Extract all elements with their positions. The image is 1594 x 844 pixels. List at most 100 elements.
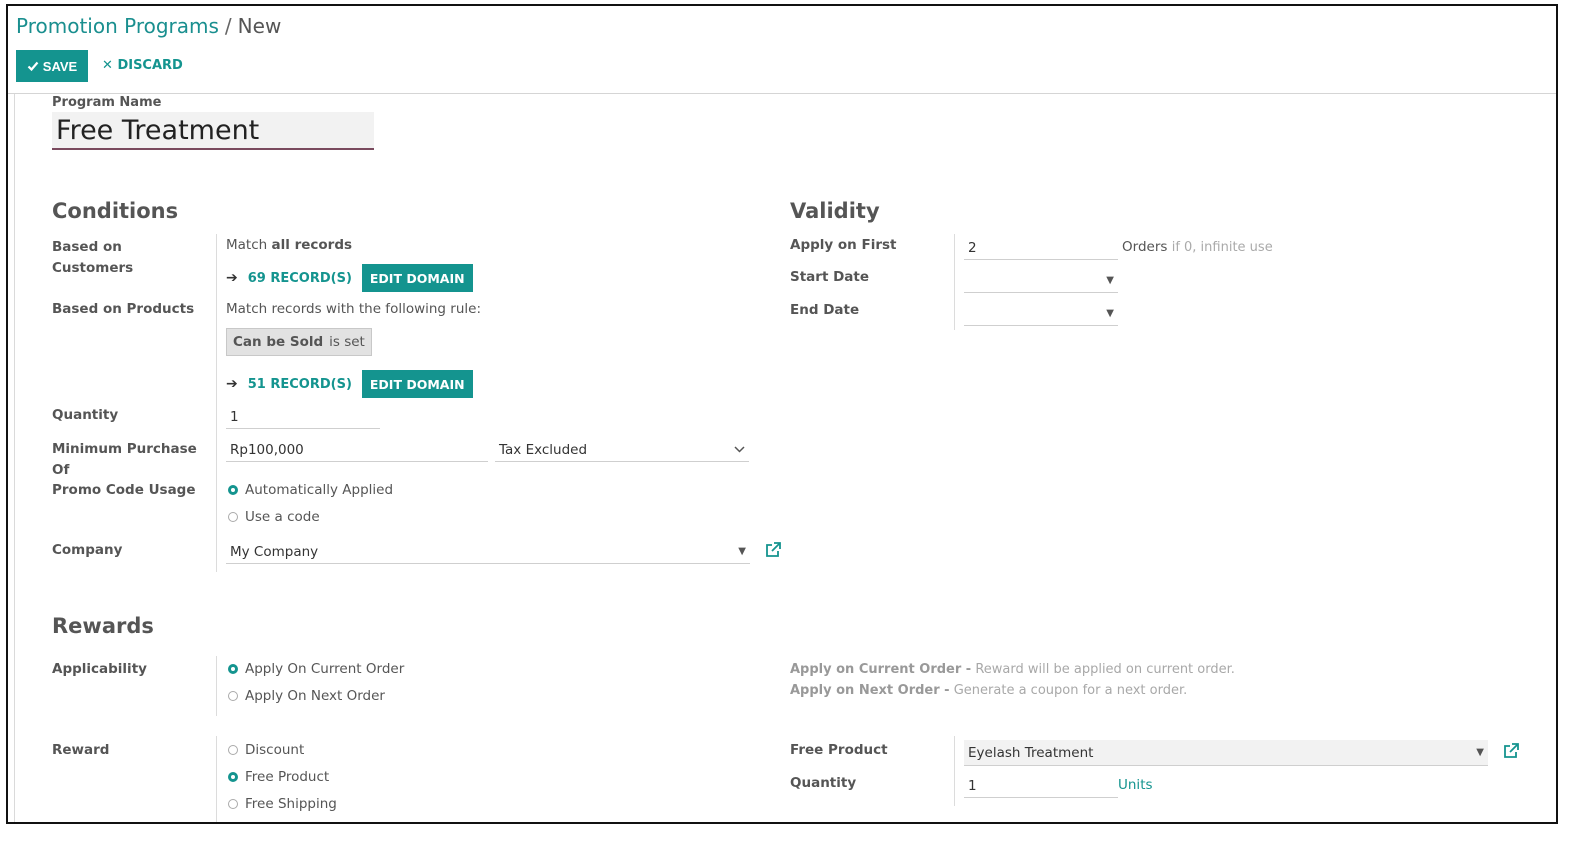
external-link-icon[interactable] — [1502, 742, 1520, 760]
company-label: Company — [52, 542, 123, 558]
products-edit-domain-button[interactable]: EDIT DOMAIN — [361, 370, 473, 398]
validity-separator — [954, 234, 955, 330]
domain-rule-chip[interactable]: Can be Sold is set — [226, 328, 372, 356]
caret-down-icon: ▼ — [738, 546, 746, 557]
minimum-purchase-label: Minimum Purchase Of — [52, 441, 197, 478]
products-rule-text: Match records with the following rule: — [226, 301, 482, 317]
caret-down-icon: ▼ — [1106, 275, 1114, 286]
x-icon: ✕ — [102, 58, 113, 73]
discard-button-label: DISCARD — [117, 58, 183, 73]
quantity-input[interactable] — [226, 405, 380, 429]
applicability-separator — [216, 656, 217, 716]
customers-match-prefix: Match — [226, 237, 268, 253]
program-name-input[interactable] — [52, 112, 374, 150]
free-product-value: Eyelash Treatment — [968, 744, 1094, 761]
radio-label: Free Shipping — [245, 796, 337, 812]
breadcrumb: Promotion Programs / New — [16, 14, 281, 38]
free-product-select[interactable]: Eyelash Treatment ▼ — [964, 740, 1488, 766]
radio-dot-selected — [228, 664, 238, 674]
radio-label: Discount — [245, 742, 305, 758]
domain-rule-operator: is set — [329, 334, 365, 350]
header-divider — [8, 93, 1556, 94]
customers-records-count: 69 RECORD(S) — [247, 270, 352, 286]
caret-down-icon: ▼ — [1476, 747, 1484, 758]
radio-label: Free Product — [245, 769, 330, 785]
company-value: My Company — [230, 543, 319, 560]
radio-discount[interactable]: Discount — [228, 742, 304, 758]
radio-label: Apply On Next Order — [245, 688, 385, 704]
program-name-label: Program Name — [52, 95, 162, 110]
radio-use-a-code[interactable]: Use a code — [228, 509, 320, 525]
save-button[interactable]: SAVE — [16, 50, 88, 82]
end-date-label: End Date — [790, 302, 860, 318]
help-term: Apply on Next Order - — [790, 683, 950, 698]
infinite-use-hint: if 0, infinite use — [1171, 240, 1273, 255]
based-on-customers-label: Based on Customers — [52, 239, 134, 276]
radio-label: Automatically Applied — [245, 482, 394, 498]
arrow-right-icon: ➔ — [226, 270, 238, 286]
products-records-link[interactable]: ➔ 51 RECORD(S) — [226, 376, 352, 392]
orders-unit: Orders — [1122, 239, 1168, 255]
breadcrumb-current: New — [237, 14, 282, 38]
sheet-left-border — [14, 94, 15, 822]
start-date-input[interactable]: ▼ — [964, 269, 1118, 293]
based-on-products-label: Based on Products — [52, 301, 195, 317]
reward-quantity-unit[interactable]: Units — [1118, 777, 1153, 793]
radio-dot-selected — [228, 772, 238, 782]
radio-label: Apply On Current Order — [245, 661, 405, 677]
apply-on-first-label: Apply on First — [790, 237, 897, 253]
radio-dot-selected — [228, 485, 238, 495]
applicability-help-next: Apply on Next Order - Generate a coupon … — [790, 683, 1187, 698]
promo-code-usage-label: Promo Code Usage — [52, 482, 196, 498]
radio-label: Use a code — [245, 509, 320, 525]
external-link-icon[interactable] — [764, 541, 782, 559]
breadcrumb-link-promotion-programs[interactable]: Promotion Programs — [16, 14, 219, 38]
minimum-purchase-input[interactable] — [226, 438, 488, 462]
reward-label: Reward — [52, 742, 110, 758]
apply-on-first-input[interactable] — [964, 236, 1118, 260]
customers-records-row: ➔ 69 RECORD(S) EDIT DOMAIN — [226, 264, 473, 292]
reward-quantity-label: Quantity — [790, 775, 857, 791]
arrow-right-icon: ➔ — [226, 376, 238, 392]
reward-quantity-input[interactable] — [964, 774, 1118, 798]
radio-dot — [228, 745, 238, 755]
tax-mode-select[interactable]: Tax Excluded — [495, 438, 749, 462]
discard-button[interactable]: ✕ DISCARD — [102, 58, 183, 73]
help-term: Apply on Current Order - — [790, 662, 972, 677]
applicability-help-current: Apply on Current Order - Reward will be … — [790, 662, 1235, 677]
reward-separator — [216, 736, 217, 822]
caret-down-icon: ▼ — [1106, 308, 1114, 319]
save-button-label: SAVE — [42, 58, 78, 74]
check-icon — [27, 61, 39, 72]
customers-match-bold: all records — [271, 237, 353, 253]
tax-mode-value: Tax Excluded — [499, 441, 588, 458]
radio-free-shipping[interactable]: Free Shipping — [228, 796, 337, 812]
radio-dot — [228, 799, 238, 809]
radio-apply-on-next-order[interactable]: Apply On Next Order — [228, 688, 385, 704]
rewards-heading: Rewards — [52, 614, 154, 638]
help-desc: Reward will be applied on current order. — [975, 662, 1235, 677]
breadcrumb-separator: / — [224, 14, 232, 38]
start-date-label: Start Date — [790, 269, 870, 285]
radio-dot — [228, 512, 238, 522]
form-view: Promotion Programs / New SAVE ✕ DISCARD Pr… — [6, 4, 1558, 824]
conditions-separator — [216, 234, 217, 572]
quantity-label: Quantity — [52, 407, 119, 423]
apply-on-first-suffix: Orders if 0, infinite use — [1122, 239, 1273, 255]
customers-edit-domain-button[interactable]: EDIT DOMAIN — [361, 264, 473, 292]
free-product-separator — [954, 736, 955, 806]
end-date-input[interactable]: ▼ — [964, 302, 1118, 326]
help-desc: Generate a coupon for a next order. — [953, 683, 1188, 698]
conditions-heading: Conditions — [52, 199, 179, 223]
radio-dot — [228, 691, 238, 701]
company-select[interactable]: My Company ▼ — [226, 540, 750, 564]
radio-free-product[interactable]: Free Product — [228, 769, 329, 785]
domain-rule-field: Can be Sold — [233, 334, 324, 350]
radio-apply-on-current-order[interactable]: Apply On Current Order — [228, 661, 404, 677]
chevron-down-icon — [734, 446, 745, 453]
products-records-count: 51 RECORD(S) — [247, 376, 352, 392]
applicability-label: Applicability — [52, 661, 147, 677]
validity-heading: Validity — [790, 199, 880, 223]
customers-records-link[interactable]: ➔ 69 RECORD(S) — [226, 270, 352, 286]
radio-automatically-applied[interactable]: Automatically Applied — [228, 482, 393, 498]
